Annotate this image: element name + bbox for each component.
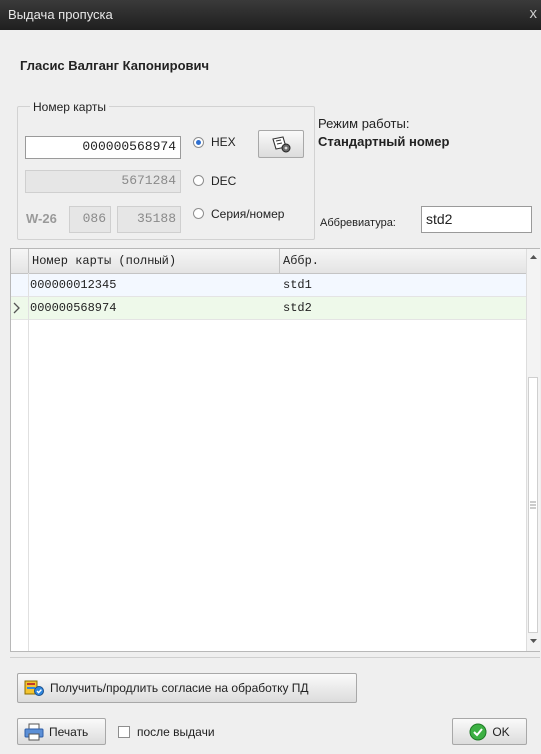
card-group-label: Номер карты xyxy=(30,100,109,114)
mode-value: Стандартный номер xyxy=(318,134,450,149)
row-abbr: std2 xyxy=(283,301,312,315)
scroll-down-icon[interactable] xyxy=(527,635,540,647)
dec-radio[interactable] xyxy=(193,175,204,186)
series-input[interactable]: 086 xyxy=(69,206,111,233)
print-button-label: Печать xyxy=(49,724,89,739)
table-row[interactable]: 000000012345 std1 xyxy=(11,274,526,297)
grid-scrollbar[interactable] xyxy=(526,249,540,651)
printer-icon xyxy=(24,723,44,740)
column-header-abbr[interactable]: Аббр. xyxy=(283,251,319,271)
hex-radio-label: HEX xyxy=(211,135,236,149)
header-divider xyxy=(279,249,280,273)
window-title: Выдача пропуска xyxy=(8,7,113,22)
row-card: 000000568974 xyxy=(30,301,117,315)
indicator-column-divider xyxy=(28,273,29,651)
w26-label: W-26 xyxy=(26,211,57,226)
print-button[interactable]: Печать xyxy=(17,718,106,745)
hex-input[interactable]: 000000568974 xyxy=(25,136,181,159)
mode-title: Режим работы: xyxy=(318,116,410,131)
consent-button[interactable]: Получить/продлить согласие на обработку … xyxy=(17,673,357,703)
after-issue-label: после выдачи xyxy=(137,725,215,739)
after-issue-checkbox[interactable] xyxy=(118,726,130,738)
abbr-label: Аббревиатура: xyxy=(320,217,396,229)
column-header-card[interactable]: Номер карты (полный) xyxy=(32,251,176,271)
card-settings-icon xyxy=(272,136,291,153)
header-divider xyxy=(28,249,29,273)
series-radio-label: Серия/номер xyxy=(211,207,285,221)
person-name: Гласис Валганг Капонирович xyxy=(20,58,210,73)
dec-input[interactable]: 5671284 xyxy=(25,170,181,193)
scroll-thumb[interactable] xyxy=(528,377,538,633)
ok-button[interactable]: OK xyxy=(452,718,527,745)
check-circle-icon xyxy=(469,723,487,740)
abbr-input[interactable]: std2 xyxy=(421,206,532,233)
current-row-indicator xyxy=(11,297,28,319)
close-icon[interactable]: x xyxy=(530,5,538,22)
cards-grid: Номер карты (полный) Аббр. 000000012345 … xyxy=(10,248,540,652)
table-row[interactable]: 000000568974 std2 xyxy=(11,297,526,320)
row-indicator xyxy=(11,274,28,296)
chevron-right-icon xyxy=(13,302,20,314)
scroll-up-icon[interactable] xyxy=(527,251,540,263)
divider xyxy=(10,657,540,658)
row-card: 000000012345 xyxy=(30,278,117,292)
window-titlebar: Выдача пропуска x xyxy=(0,0,541,30)
ok-button-label: OK xyxy=(492,724,510,739)
card-settings-button[interactable] xyxy=(258,130,304,158)
consent-button-label: Получить/продлить согласие на обработку … xyxy=(50,681,309,695)
row-abbr: std1 xyxy=(283,278,312,292)
consent-icon xyxy=(24,680,44,696)
series-radio[interactable] xyxy=(193,208,204,219)
dec-radio-label: DEC xyxy=(211,174,237,188)
number-input[interactable]: 35188 xyxy=(117,206,181,233)
grip-icon xyxy=(530,501,536,509)
grid-header: Номер карты (полный) Аббр. xyxy=(11,249,526,274)
hex-radio[interactable] xyxy=(193,137,204,148)
